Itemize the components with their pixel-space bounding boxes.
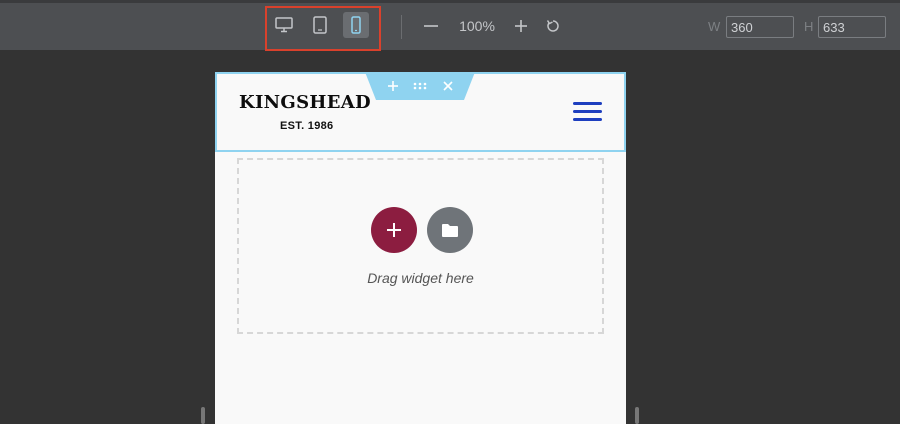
zoom-in-button[interactable] (510, 14, 532, 38)
width-label: W (708, 19, 721, 34)
plus-icon (387, 223, 401, 237)
width-input[interactable] (726, 16, 794, 38)
right-resize-handle[interactable] (635, 407, 639, 424)
drag-dots-icon (413, 82, 427, 90)
toolbar-divider (401, 15, 402, 39)
add-template-button[interactable] (427, 207, 473, 253)
reset-zoom-button[interactable] (542, 14, 564, 38)
logo-title: KINGSHEAD (239, 92, 371, 113)
left-resize-handle[interactable] (201, 407, 205, 424)
mobile-view-button[interactable] (343, 12, 369, 38)
reset-icon (546, 20, 559, 32)
plus-icon (515, 20, 527, 32)
add-section-button[interactable] (383, 77, 403, 95)
tablet-icon (313, 16, 327, 34)
top-toolbar: 100% W H (0, 0, 900, 51)
height-label: H (804, 19, 814, 34)
tablet-view-button[interactable] (307, 12, 333, 38)
drag-section-handle[interactable] (410, 77, 430, 95)
add-widget-button[interactable] (371, 207, 417, 253)
desktop-icon (275, 17, 293, 33)
logo-subtitle: EST. 1986 (280, 120, 334, 132)
zoom-level: 100% (459, 18, 495, 34)
folder-icon (442, 223, 458, 237)
section-handle (365, 72, 475, 100)
zoom-out-button[interactable] (420, 14, 442, 38)
menu-icon[interactable] (573, 102, 602, 124)
height-input[interactable] (818, 16, 886, 38)
minus-icon (424, 25, 438, 27)
plus-icon (388, 81, 398, 91)
mobile-icon (351, 16, 361, 34)
widget-drop-zone[interactable]: Drag widget here (237, 158, 604, 334)
desktop-view-button[interactable] (271, 12, 297, 38)
delete-section-button[interactable] (438, 77, 458, 95)
drop-zone-hint: Drag widget here (367, 270, 474, 286)
mobile-preview-canvas: KINGSHEAD EST. 1986 Drag widget here (215, 72, 626, 424)
close-icon (443, 81, 453, 91)
